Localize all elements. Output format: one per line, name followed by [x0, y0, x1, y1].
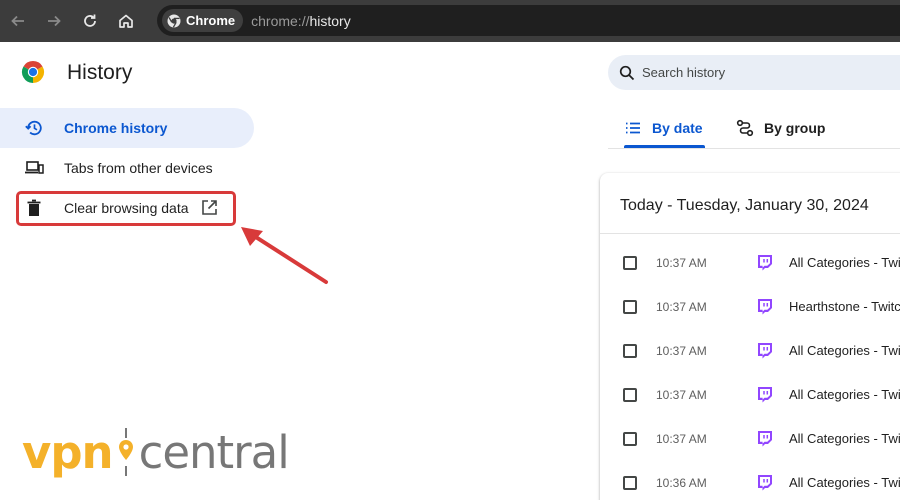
search-box[interactable]: [608, 55, 900, 90]
sidebar-item-label: Tabs from other devices: [64, 160, 213, 176]
sidebar-item-label: Chrome history: [64, 120, 168, 136]
history-entry[interactable]: 10:36 AM All Categories - Twitch: [600, 462, 900, 500]
devices-icon: [25, 161, 44, 174]
entry-checkbox[interactable]: [623, 344, 637, 358]
entry-checkbox[interactable]: [623, 476, 637, 490]
reload-icon: [84, 14, 96, 27]
chip-label: Chrome: [186, 13, 236, 28]
tab-label: By group: [764, 120, 826, 136]
entry-time: 10:37 AM: [656, 256, 707, 270]
watermark-vpn-text: vpn: [22, 425, 114, 479]
history-day-heading: Today - Tuesday, January 30, 2024: [620, 197, 869, 214]
entry-checkbox[interactable]: [623, 300, 637, 314]
entry-checkbox[interactable]: [623, 256, 637, 270]
entry-time: 10:36 AM: [656, 476, 707, 490]
list-icon: [626, 122, 640, 134]
chrome-logo-icon: [167, 14, 181, 28]
address-bar[interactable]: Chrome chrome://history: [157, 5, 900, 36]
entry-checkbox[interactable]: [623, 388, 637, 402]
entry-title-link[interactable]: All Categories - Twitch: [789, 431, 900, 446]
history-entry[interactable]: 10:37 AM All Categories - Twitch: [600, 374, 900, 418]
tabs-divider: [608, 148, 900, 149]
browser-toolbar: Chrome chrome://history: [0, 0, 900, 42]
history-entry[interactable]: 10:37 AM All Categories - Twitch: [600, 242, 900, 286]
group-icon: [736, 119, 754, 137]
entry-title-link[interactable]: Hearthstone - Twitch: [789, 299, 900, 314]
twitch-icon: [758, 431, 772, 447]
twitch-icon: [758, 387, 772, 403]
tab-label: By date: [652, 120, 703, 136]
arrow-left-icon: [11, 15, 24, 27]
chrome-page-chip[interactable]: Chrome: [162, 9, 244, 32]
url-host: history: [309, 12, 351, 29]
divider: [600, 233, 900, 234]
reload-button[interactable]: [72, 0, 108, 42]
home-icon: [119, 14, 133, 28]
chrome-logo-icon: [21, 61, 45, 83]
entry-title-link[interactable]: All Categories - Twitch: [789, 387, 900, 402]
twitch-icon: [758, 299, 772, 315]
home-button[interactable]: [108, 0, 144, 42]
history-entry[interactable]: 10:37 AM Hearthstone - Twitch: [600, 286, 900, 330]
tab-by-group[interactable]: By group: [736, 108, 825, 148]
entry-time: 10:37 AM: [656, 300, 707, 314]
entry-time: 10:37 AM: [656, 432, 707, 446]
url-scheme: chrome://: [251, 12, 310, 29]
highlight-annotation-box: [16, 191, 236, 226]
sidebar-item-chrome-history[interactable]: Chrome history: [0, 108, 254, 148]
entry-title-link[interactable]: All Categories - Twitch: [789, 255, 900, 270]
sidebar-item-other-devices[interactable]: Tabs from other devices: [0, 148, 254, 188]
twitch-icon: [758, 255, 772, 271]
location-pin-icon: [118, 428, 133, 476]
history-entry[interactable]: 10:37 AM All Categories - Twitch: [600, 418, 900, 462]
tab-by-date[interactable]: By date: [624, 108, 705, 148]
twitch-icon: [758, 343, 772, 359]
history-entry[interactable]: 10:37 AM All Categories - Twitch: [600, 330, 900, 374]
url-text[interactable]: chrome://history: [251, 13, 351, 29]
entry-checkbox[interactable]: [623, 432, 637, 446]
watermark-central-text: central: [138, 425, 290, 479]
entry-time: 10:37 AM: [656, 344, 707, 358]
back-button[interactable]: [0, 0, 36, 42]
history-card: Today - Tuesday, January 30, 2024 10:37 …: [600, 173, 900, 500]
search-icon: [619, 65, 635, 80]
page-title: History: [67, 61, 133, 84]
entry-title-link[interactable]: All Categories - Twitch: [789, 343, 900, 358]
vpncentral-watermark: vpn central: [22, 422, 290, 482]
annotation-arrow-icon: [241, 227, 328, 284]
entry-time: 10:37 AM: [656, 388, 707, 402]
forward-button[interactable]: [36, 0, 72, 42]
history-icon: [25, 120, 42, 136]
search-input[interactable]: [642, 65, 842, 80]
entry-title-link[interactable]: All Categories - Twitch: [789, 475, 900, 490]
arrow-right-icon: [48, 15, 61, 27]
twitch-icon: [758, 475, 772, 491]
